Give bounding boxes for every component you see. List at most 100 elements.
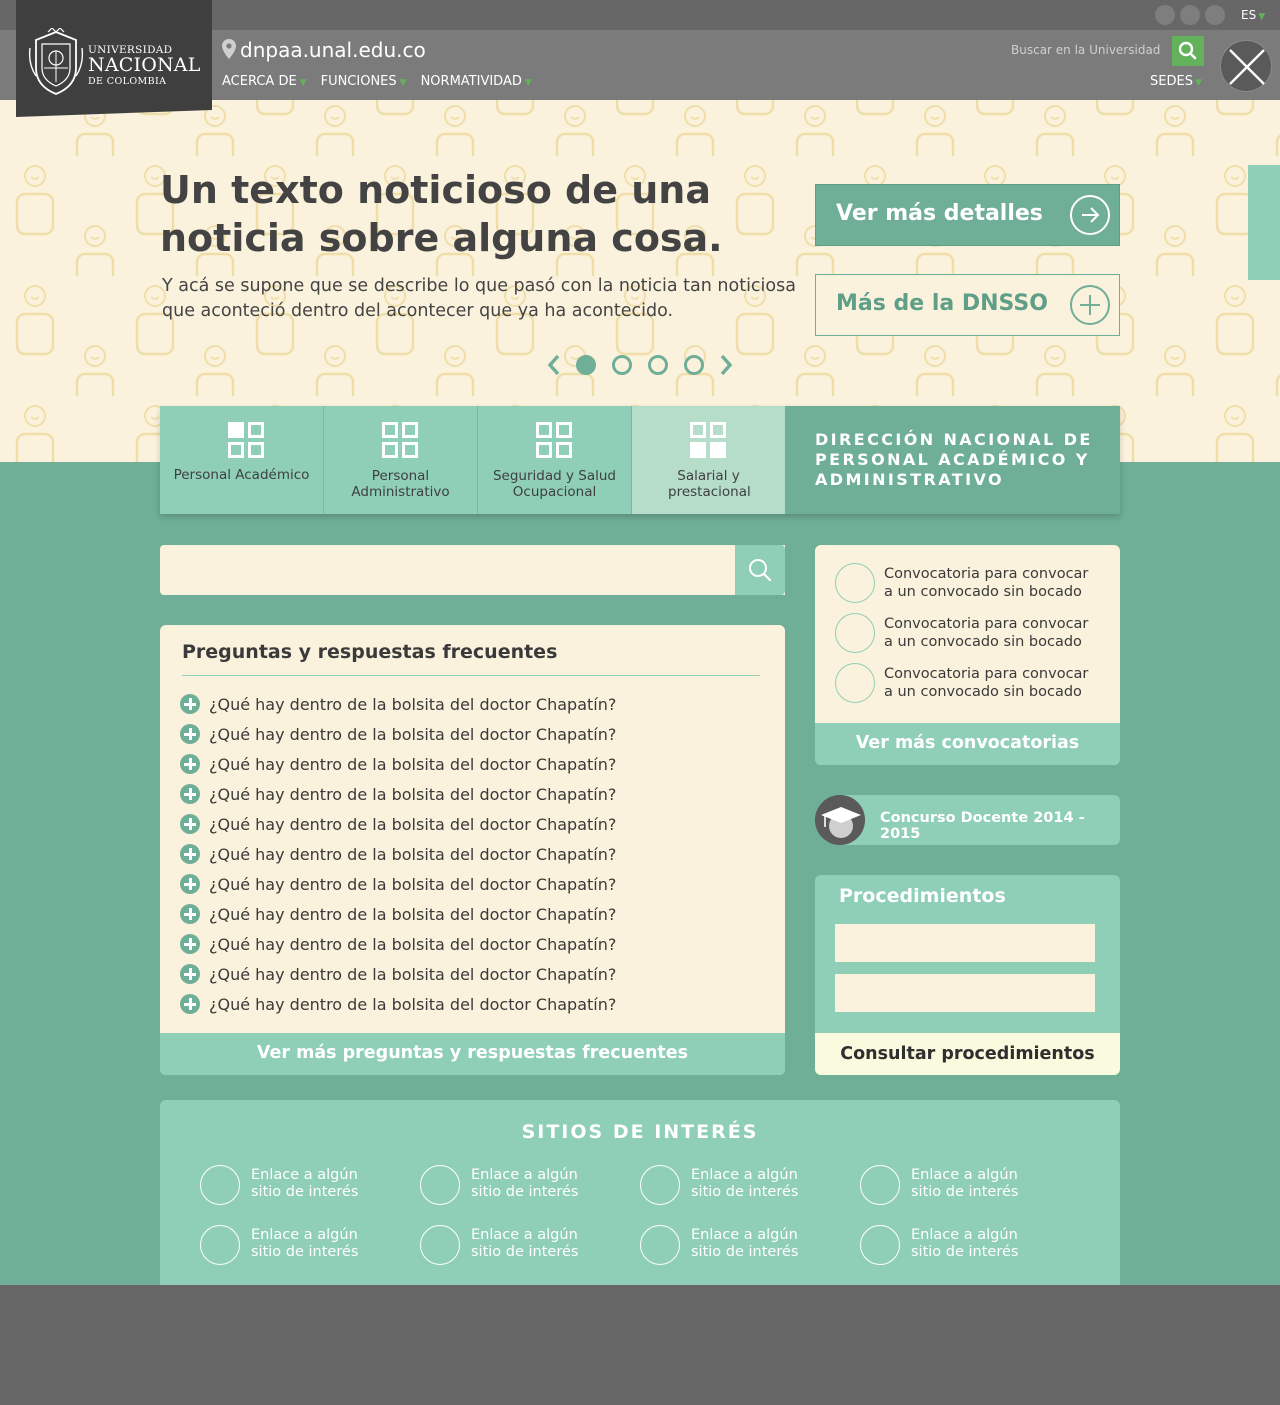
faq-item[interactable]: ¿Qué hay dentro de la bolsita del doctor… [180, 809, 616, 839]
faq-item[interactable]: ¿Qué hay dentro de la bolsita del doctor… [180, 719, 616, 749]
sitios-title: SITIOS DE INTERÉS [521, 1121, 759, 1143]
faq-question: ¿Qué hay dentro de la bolsita del doctor… [209, 844, 617, 864]
site-search [160, 545, 785, 595]
menu-item-funciones[interactable]: FUNCIONES ▼ [321, 74, 407, 89]
tab-label: Personal Académico [173, 467, 310, 483]
section-title-box: DIRECCIÓN NACIONAL DE PERSONAL ACADÉMICO… [785, 406, 1120, 514]
sitio-link[interactable]: Enlace a algún sitio de interés [200, 1225, 400, 1265]
convocatoria-thumbnail [835, 563, 875, 603]
tab-personal-administrativo[interactable]: Personal Administrativo [324, 406, 478, 514]
convocatoria-item[interactable]: Convocatoria para convocar a un convocado… [835, 663, 1105, 703]
sitio-text: Enlace a algún sitio de interés [471, 1227, 579, 1260]
faq-item[interactable]: ¿Qué hay dentro de la bolsita del doctor… [180, 929, 616, 959]
procedimientos-field[interactable] [835, 974, 1095, 1012]
sitio-text: Enlace a algún sitio de interés [251, 1167, 359, 1200]
faq-item[interactable]: ¿Qué hay dentro de la bolsita del doctor… [180, 959, 616, 989]
slider-bullet[interactable] [576, 355, 596, 375]
sitio-link[interactable]: Enlace a algún sitio de interés [420, 1165, 620, 1205]
plus-circle-icon [180, 934, 200, 954]
plus-circle-icon [180, 814, 200, 834]
tab-personal-academico[interactable]: Personal Académico [160, 406, 324, 514]
sitio-link[interactable]: Enlace a algún sitio de interés [640, 1165, 840, 1205]
chevron-right-icon[interactable] [716, 352, 736, 378]
sedes-menu[interactable]: SEDES ▼ [1150, 74, 1202, 89]
more-faq-button[interactable]: Ver más preguntas y respuestas frecuente… [160, 1033, 785, 1075]
faq-item[interactable]: ¿Qué hay dentro de la bolsita del doctor… [180, 899, 616, 929]
convocatoria-item[interactable]: Convocatoria para convocar a un convocado… [835, 613, 1105, 653]
tab-salarial-prestacional[interactable]: Salarial y prestacional [632, 406, 785, 514]
close-icon [1229, 49, 1265, 85]
button-label: Ver más detalles [836, 201, 1043, 226]
faq-item[interactable]: ¿Qué hay dentro de la bolsita del doctor… [180, 989, 616, 1019]
logo-text-line3: DE COLOMBIA [88, 76, 167, 87]
sedes-label: SEDES [1150, 74, 1193, 89]
procedimientos-field[interactable] [835, 924, 1095, 962]
menu-label: FUNCIONES [320, 74, 397, 89]
search-input[interactable] [160, 545, 735, 595]
faq-title: Preguntas y respuestas frecuentes [182, 641, 558, 663]
faq-question: ¿Qué hay dentro de la bolsita del doctor… [209, 754, 617, 774]
ver-mas-detalles-button[interactable]: Ver más detalles [815, 184, 1120, 246]
social-icon[interactable] [1180, 5, 1200, 25]
convocatoria-text: Convocatoria para convocar a un convocado… [884, 666, 1089, 700]
procedimientos-panel: Procedimientos Consultar procedimientos [815, 875, 1120, 1075]
site-domain[interactable]: dnpaa.unal.edu.co [222, 38, 426, 62]
hero-title: Un texto noticioso de una noticia sobre … [160, 168, 723, 260]
tab-label: Salarial y prestacional [668, 468, 751, 500]
more-convocatorias-button[interactable]: Ver más convocatorias [815, 723, 1120, 765]
convocatoria-item[interactable]: Convocatoria para convocar a un convocado… [835, 563, 1105, 603]
sitio-thumbnail [200, 1225, 240, 1265]
slider-bullet[interactable] [612, 355, 632, 375]
slider-bullet[interactable] [648, 355, 668, 375]
university-search[interactable]: Buscar en la Universidad [1006, 36, 1204, 66]
mas-de-la-dnsso-button[interactable]: Más de la DNSSO [815, 274, 1120, 336]
plus-circle-icon [180, 784, 200, 804]
sitio-text: Enlace a algún sitio de interés [691, 1167, 799, 1200]
social-icon[interactable] [1205, 5, 1225, 25]
sitio-link[interactable]: Enlace a algún sitio de interés [860, 1225, 1060, 1265]
plus-circle-icon [180, 964, 200, 984]
sitio-thumbnail [640, 1225, 680, 1265]
close-button[interactable] [1220, 40, 1272, 92]
grid-icon [534, 420, 574, 460]
plus-circle-icon [180, 844, 200, 864]
slider-bullet[interactable] [684, 355, 704, 375]
plus-circle-icon [180, 874, 200, 894]
menu-label: NORMATIVIDAD [420, 74, 522, 89]
language-selector[interactable]: ES ▼ [1241, 8, 1265, 22]
menu-item-normatividad[interactable]: NORMATIVIDAD ▼ [421, 74, 532, 89]
consultar-procedimientos-button[interactable]: Consultar procedimientos [815, 1033, 1120, 1075]
concurso-docente-link[interactable]: Concurso Docente 2014 - 2015 [815, 795, 1120, 845]
faq-item[interactable]: ¿Qué hay dentro de la bolsita del doctor… [180, 749, 616, 779]
menu-item-acerca-de[interactable]: ACERCA DE ▼ [222, 74, 307, 89]
sitio-link[interactable]: Enlace a algún sitio de interés [860, 1165, 1060, 1205]
footer-area [0, 1285, 1280, 1405]
plus-icon [1070, 285, 1110, 325]
tab-label: Seguridad y Salud Ocupacional [492, 468, 616, 500]
sitio-link[interactable]: Enlace a algún sitio de interés [420, 1225, 620, 1265]
convocatorias-panel: Convocatoria para convocar a un convocado… [815, 545, 1120, 765]
sitio-text: Enlace a algún sitio de interés [911, 1227, 1019, 1260]
crest-icon [28, 28, 84, 95]
faq-item[interactable]: ¿Qué hay dentro de la bolsita del doctor… [180, 689, 616, 719]
faq-item[interactable]: ¿Qué hay dentro de la bolsita del doctor… [180, 869, 616, 899]
section-title: DIRECCIÓN NACIONAL DE PERSONAL ACADÉMICO… [815, 430, 1093, 489]
faq-item[interactable]: ¿Qué hay dentro de la bolsita del doctor… [180, 839, 616, 869]
search-icon [1178, 41, 1197, 60]
search-button[interactable] [735, 545, 785, 595]
sitio-thumbnail [420, 1165, 460, 1205]
tab-seguridad-salud[interactable]: Seguridad y Salud Ocupacional [478, 406, 632, 514]
social-icon[interactable] [1155, 5, 1175, 25]
concurso-label: Concurso Docente 2014 - 2015 [880, 810, 1085, 842]
convocatoria-thumbnail [835, 613, 875, 653]
grid-icon [688, 420, 728, 460]
university-logo[interactable]: UNIVERSIDAD NACIONAL DE COLOMBIA [16, 0, 212, 117]
chevron-left-icon[interactable] [544, 352, 564, 378]
sitio-link[interactable]: Enlace a algún sitio de interés [200, 1165, 400, 1205]
search-button[interactable] [1172, 36, 1204, 66]
side-feedback-tab[interactable] [1248, 165, 1280, 280]
sitio-link[interactable]: Enlace a algún sitio de interés [640, 1225, 840, 1265]
plus-circle-icon [180, 904, 200, 924]
domain-text: dnpaa.unal.edu.co [240, 38, 426, 62]
faq-item[interactable]: ¿Qué hay dentro de la bolsita del doctor… [180, 779, 616, 809]
